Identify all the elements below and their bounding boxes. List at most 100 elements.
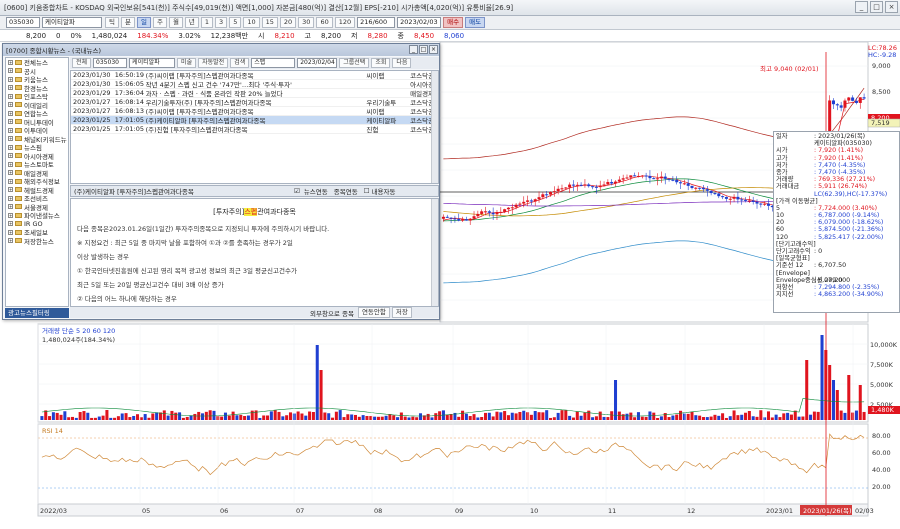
expand-icon[interactable]: +: [8, 144, 13, 150]
save-button[interactable]: 저장: [391, 307, 412, 318]
period-year-button[interactable]: 년: [184, 17, 199, 28]
maximize-button[interactable]: □: [870, 1, 883, 13]
close-button[interactable]: ×: [885, 1, 898, 13]
volume-bar: [610, 411, 614, 420]
volume-bar: [843, 412, 847, 420]
no-link-button[interactable]: 연동안함: [357, 307, 390, 318]
group-select-button[interactable]: 그룹선택: [339, 58, 370, 68]
expand-icon[interactable]: +: [8, 119, 13, 125]
news-row[interactable]: 2023/01/25 17:01:05 (주)진험 [투자주의]스펩관여과다종목 진험…: [71, 125, 438, 134]
expand-icon[interactable]: +: [8, 102, 13, 108]
stock-name-field[interactable]: 케이티알파: [42, 17, 102, 28]
volume-bar: [793, 410, 797, 420]
article-header: (주)케이티알파 [투자주의]스펩관여과다종목 ☑ 뉴스연동 종목연동 ☐ 내용…: [70, 185, 439, 197]
news-maximize-button[interactable]: □: [419, 45, 428, 54]
cursor-date: 2023/01/26(목): [803, 507, 852, 515]
expand-icon[interactable]: +: [8, 221, 13, 227]
folder-icon: [15, 110, 22, 116]
news-mine-button[interactable]: 미술: [177, 58, 197, 68]
expand-icon[interactable]: +: [8, 153, 13, 159]
news-filter-select[interactable]: 전체: [72, 58, 92, 68]
expand-icon[interactable]: +: [8, 85, 13, 91]
expand-icon[interactable]: +: [8, 136, 13, 142]
news-minimize-button[interactable]: _: [409, 45, 418, 54]
volume-bar: [533, 411, 537, 420]
external-window-label: 외부창으로 종목: [310, 309, 354, 318]
volume-bar: [552, 417, 556, 420]
news-code-input[interactable]: 035030: [93, 58, 128, 68]
minute-3-button[interactable]: 3: [215, 17, 228, 28]
volume-bar: [311, 411, 315, 420]
expand-icon[interactable]: +: [8, 204, 13, 210]
news-link-checkbox[interactable]: ☑: [294, 187, 300, 195]
expand-icon[interactable]: +: [8, 68, 13, 74]
volume-bar: [147, 417, 151, 420]
news-query-button[interactable]: 조회: [371, 58, 391, 68]
auto-content-checkbox[interactable]: ☐: [364, 187, 370, 195]
news-window[interactable]: [0700] 종합시황뉴스 - (국내뉴스) _ □ × + 전체뉴스 + 공시 + 키움…: [2, 43, 440, 320]
expand-icon[interactable]: +: [8, 76, 13, 82]
volume-bar: [571, 417, 575, 420]
minute-5-button[interactable]: 5: [229, 17, 242, 28]
minute-1-button[interactable]: 1: [200, 17, 214, 28]
minimize-button[interactable]: _: [855, 1, 868, 13]
minute-120-button[interactable]: 120: [334, 17, 356, 28]
period-month-button[interactable]: 월: [168, 17, 183, 28]
news-stock-name[interactable]: 케이티알파: [129, 58, 176, 68]
news-window-title-bar[interactable]: [0700] 종합시황뉴스 - (국내뉴스) _ □ ×: [3, 44, 439, 56]
expand-icon[interactable]: +: [8, 161, 13, 167]
stock-code-input[interactable]: 035030: [6, 17, 40, 28]
candle-body: [461, 219, 465, 221]
volume-bar: [136, 414, 140, 420]
period-week-button[interactable]: 주: [152, 17, 167, 28]
minute-60-button[interactable]: 60: [316, 17, 333, 28]
news-source-item[interactable]: + 저장한뉴스: [6, 237, 68, 246]
minute-30-button[interactable]: 30: [298, 17, 315, 28]
volume-bar: [652, 412, 656, 420]
volume-bar: [361, 415, 365, 420]
expand-icon[interactable]: +: [8, 178, 13, 184]
candle-body: [606, 181, 610, 185]
volume-bar: [74, 417, 78, 420]
news-source-item[interactable]: + 전체뉴스: [6, 58, 68, 67]
expand-icon[interactable]: +: [8, 195, 13, 201]
count-field[interactable]: 216/600: [357, 17, 396, 28]
volume-bar: [480, 417, 484, 420]
period-minute-button[interactable]: 분: [120, 17, 135, 28]
x-tick-label: 02/03: [855, 507, 874, 515]
ad-news-filter-button[interactable]: 광고뉴스필터링: [5, 308, 69, 318]
expand-icon[interactable]: +: [8, 110, 13, 116]
expand-icon[interactable]: +: [8, 59, 13, 65]
article-scrollbar[interactable]: [431, 199, 438, 306]
candle-body: [747, 200, 751, 202]
expand-icon[interactable]: +: [8, 187, 13, 193]
candle-body: [671, 179, 675, 181]
expand-icon[interactable]: +: [8, 229, 13, 235]
expand-icon[interactable]: +: [8, 212, 13, 218]
news-next-button[interactable]: 다음: [392, 58, 412, 68]
minute-20-button[interactable]: 20: [279, 17, 297, 28]
expand-icon[interactable]: +: [8, 170, 13, 176]
date-field[interactable]: 2023/02/03: [397, 17, 442, 28]
news-auto-button[interactable]: 자동발전: [198, 58, 229, 68]
news-date-input[interactable]: 2023/02/04: [297, 58, 338, 68]
volume-bar: [820, 335, 824, 420]
news-link-label: 뉴스연동: [303, 188, 328, 196]
news-source-tree[interactable]: + 전체뉴스 + 공시 + 키움뉴스 + 한경뉴스 + 인포스탁 + 이데일리 + 연합뉴스 + 머니투데이 +…: [5, 57, 69, 307]
period-day-button[interactable]: 일: [136, 17, 151, 28]
minute-10-button[interactable]: 10: [243, 17, 260, 28]
buy-button[interactable]: 매수: [443, 17, 464, 28]
rsi-label: RSI 14: [42, 427, 63, 435]
expand-icon[interactable]: +: [8, 127, 13, 133]
news-list-scrollbar[interactable]: [431, 71, 438, 183]
news-source-item[interactable]: + 파이낸셜뉴스: [6, 211, 68, 220]
expand-icon[interactable]: +: [8, 93, 13, 99]
period-tick-button[interactable]: 틱: [105, 17, 119, 28]
news-close-button[interactable]: ×: [429, 45, 438, 54]
news-list[interactable]: 2023/01/30 16:50:19 (주)씨이랩 [투자주의]스펩관여과다종목 씨…: [70, 70, 439, 184]
candle-body: [698, 187, 702, 189]
expand-icon[interactable]: +: [8, 238, 13, 244]
sell-button[interactable]: 매도: [465, 17, 486, 28]
news-search-input[interactable]: 스펩: [251, 58, 296, 68]
minute-15-button[interactable]: 15: [261, 17, 278, 28]
